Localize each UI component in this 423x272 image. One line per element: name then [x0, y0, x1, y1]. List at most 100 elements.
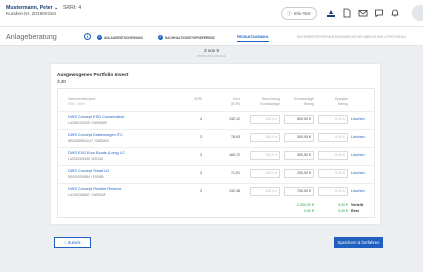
top-bar: Mustermann, Peter ⌄ SRRI: 4 Kunden-Nr. 2…	[0, 0, 423, 27]
column-header-once: Einmalanlage Betrag	[294, 97, 314, 106]
savings-amount-input[interactable]: 0,00 €	[318, 115, 348, 124]
customer-info: Mustermann, Peter ⌄ SRRI: 4	[6, 5, 81, 11]
once-amount-input[interactable]: 200,00 €	[284, 169, 314, 178]
bell-icon[interactable]	[389, 7, 401, 19]
fund-isin: LU0210301635 / 621316	[68, 157, 104, 161]
step-nachhaltigkeit[interactable]: ✓ NACHHALTIGKEITSPRÄFERENZ	[158, 35, 215, 40]
savings-amount-input[interactable]: 0,00 €	[318, 133, 348, 142]
fund-isin: DE0009769891 / 976989	[68, 175, 104, 179]
infotext-label: Info-Text	[293, 11, 311, 16]
column-header-price: Kurs (EUR)	[230, 97, 240, 106]
delete-link[interactable]: Löschen	[351, 153, 365, 157]
portfolio-card: Ausgewogenes Portfolio Invest 3,30 Instr…	[50, 63, 381, 225]
info-icon: ⓘ	[287, 10, 292, 16]
fund-link[interactable]: DWS ESG Euro Bonds (Long) LC	[68, 151, 125, 155]
fund-link[interactable]: DWS Concept Kaldemorgen ITC	[68, 133, 123, 137]
price-value: 78,93	[231, 135, 240, 139]
price-value: 132,12	[229, 117, 240, 121]
step-label: SICHERHEITSPRÜFUNG	[297, 35, 335, 39]
page-title: Anlageberatung	[6, 32, 57, 41]
document-icon[interactable]	[341, 7, 353, 19]
chevron-down-icon[interactable]: ⌄	[54, 5, 58, 11]
rest-label: Rest	[351, 209, 359, 213]
step-label: PRODUKTAUSWAHL	[237, 35, 269, 39]
srri-value: 3	[200, 153, 202, 157]
checkmark-icon: ✓	[97, 35, 102, 40]
savings-amount-input[interactable]: 0,00 €	[318, 151, 348, 160]
save-continue-button[interactable]: Speichern & fortfahren	[334, 237, 383, 248]
customer-name[interactable]: Mustermann, Peter	[6, 5, 53, 11]
save-continue-label: Speichern & fortfahren	[337, 240, 380, 245]
calc-select[interactable]: 350,0 ▾	[250, 187, 280, 196]
column-header-calc: Berechnung Einmalanlage	[260, 97, 280, 106]
calc-select[interactable]: 150,0 ▾	[250, 151, 280, 160]
srri-value: 3	[200, 171, 202, 175]
instrument-table: Instrumentenname ISIN / WKN SRRI Kurs (E…	[57, 88, 375, 218]
once-amount-input[interactable]: 300,00 €	[284, 133, 314, 142]
delete-link[interactable]: Löschen	[351, 171, 365, 175]
divider	[58, 183, 374, 184]
chat-icon[interactable]	[373, 7, 385, 19]
once-amount-input[interactable]: 300,00 €	[284, 151, 314, 160]
step-label: NACHHALTIGKEITSPRÄFERENZ	[165, 35, 215, 40]
divider	[58, 129, 374, 130]
fund-link[interactable]: DWS Concept Flexible Reserve	[68, 187, 121, 191]
step-subtitle: PRODUKTAUSWAHL	[196, 54, 227, 58]
customer-number: Kunden-Nr. 20190015S	[6, 12, 57, 17]
once-amount-input[interactable]: 700,00 €	[284, 187, 314, 196]
chevron-left-icon: ‹	[64, 240, 66, 245]
price-value: 71,91	[231, 171, 240, 175]
once-rest: 0,00 €	[304, 209, 314, 213]
savings-amount-input[interactable]: 0,00 €	[318, 187, 348, 196]
srri-value: 3	[200, 189, 202, 193]
portfolio-title: Ausgewogenes Portfolio Invest	[57, 73, 129, 78]
back-label: Zurück	[67, 240, 81, 245]
delete-link[interactable]: Löschen	[351, 117, 365, 121]
calc-select[interactable]: 100,0 ▾	[250, 169, 280, 178]
step-dokumentation[interactable]: DOKUMENTATION	[335, 35, 363, 39]
column-header-name: Instrumentenname ISIN / WKN	[68, 97, 96, 106]
step-sicherheit[interactable]: SICHERHEITSPRÜFUNG	[297, 35, 334, 39]
info-icon[interactable]: i	[84, 33, 91, 40]
once-total: 2.000,00 €	[297, 203, 314, 207]
fund-isin: LU0387402125 / DWS0WS	[68, 121, 107, 125]
divider	[58, 147, 374, 148]
divider	[58, 165, 374, 166]
total-label: Verteilt	[351, 203, 363, 207]
mail-icon[interactable]	[357, 7, 369, 19]
calc-select[interactable]: 250,0 ▾	[250, 115, 280, 124]
srri-value: 4	[200, 117, 202, 121]
srri-value: 3	[200, 135, 202, 139]
calc-select[interactable]: 150,0 ▾	[250, 133, 280, 142]
price-value: 169,72	[229, 153, 240, 157]
fund-link[interactable]: DWS Concept Smart LD	[68, 169, 109, 173]
fund-isin: LU1313185497 / DWS2AF	[68, 193, 106, 197]
step-label: ABSCHLUSS & PROTOKOLL	[364, 35, 407, 39]
avatar[interactable]	[412, 5, 423, 21]
delete-link[interactable]: Löschen	[351, 135, 365, 139]
back-button[interactable]: ‹ Zurück	[54, 237, 91, 248]
savings-rest: 0,00 €	[338, 209, 348, 213]
customer-srri: SRRI: 4	[62, 5, 82, 11]
divider	[58, 111, 374, 112]
step-anlageentscheidung[interactable]: ✓ ANLAGEENTSCHEIDUNG	[97, 35, 143, 40]
step-count: 3 von 5	[203, 48, 220, 53]
price-value: 132,38	[229, 189, 240, 193]
portfolio-value: 3,30	[57, 79, 66, 84]
infotext-button[interactable]: ⓘ Info-Text	[281, 7, 317, 20]
step-produktauswahl[interactable]: PRODUKTAUSWAHL	[237, 35, 269, 42]
column-header-savings: Sparplan Betrag	[334, 97, 348, 106]
user-transfer-icon[interactable]	[325, 7, 337, 19]
fund-isin: DE000DWS1U17 / DWS0DX	[68, 139, 110, 143]
checkmark-icon: ✓	[158, 35, 163, 40]
fund-link[interactable]: DWS Concept ESG Conservative	[68, 115, 124, 119]
delete-link[interactable]: Löschen	[351, 189, 365, 193]
step-label: ANLAGEENTSCHEIDUNG	[104, 35, 143, 40]
column-header-srri: SRRI	[194, 97, 202, 101]
once-amount-input[interactable]: 500,00 €	[284, 115, 314, 124]
step-bar: Anlageberatung i ✓ ANLAGEENTSCHEIDUNG ✓ …	[0, 27, 423, 46]
step-label: DOKUMENTATION	[335, 35, 363, 39]
savings-amount-input[interactable]: 0,00 €	[318, 169, 348, 178]
step-abschluss[interactable]: ABSCHLUSS & PROTOKOLL	[364, 35, 407, 39]
savings-total: 0,00 €	[338, 203, 348, 207]
